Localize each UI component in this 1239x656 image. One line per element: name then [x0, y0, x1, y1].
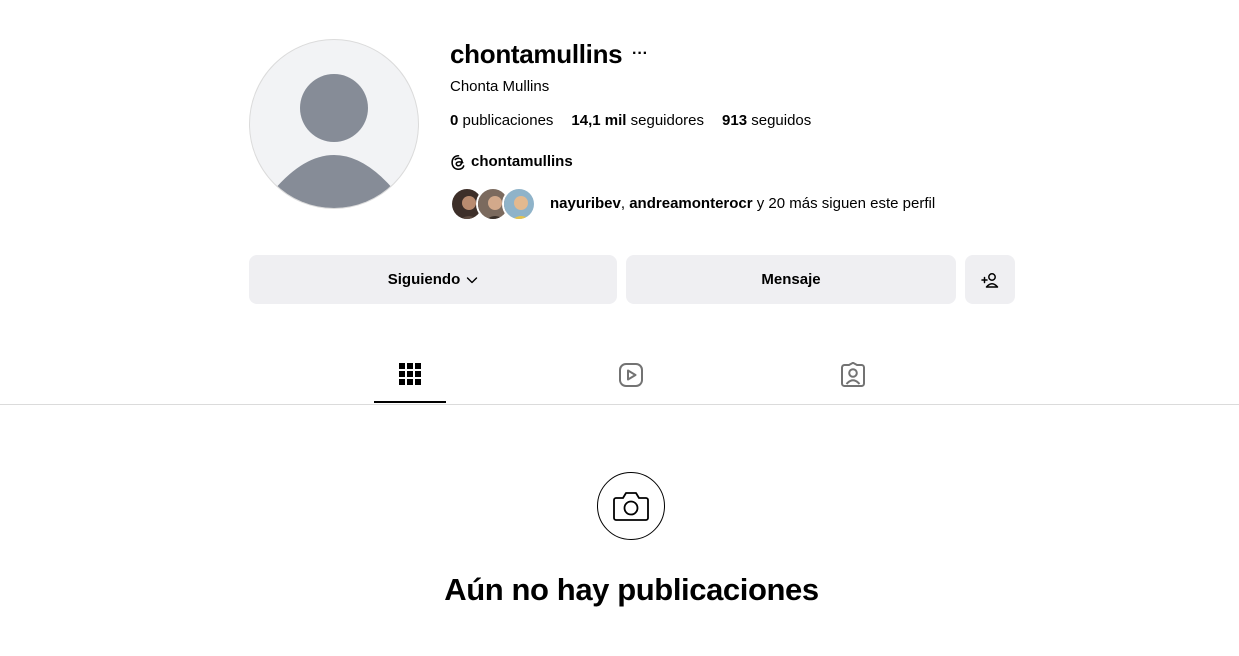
- posts-label: publicaciones: [462, 112, 554, 129]
- grid-icon: [399, 363, 421, 385]
- suggest-users-button[interactable]: [965, 255, 1015, 304]
- followed-by-suffix: y 20 más siguen este perfil: [752, 195, 936, 212]
- profile-avatar[interactable]: [249, 39, 419, 209]
- following-button[interactable]: Siguiendo: [249, 255, 617, 304]
- followers-label: seguidores: [630, 112, 705, 129]
- following-count: 913: [722, 112, 748, 129]
- message-button[interactable]: Mensaje: [626, 255, 956, 304]
- default-avatar-icon: [274, 74, 394, 208]
- tagged-icon: [841, 362, 865, 387]
- separator: ,: [620, 195, 630, 212]
- followed-by-text: nayuribev, andreamonterocr y 20 más sigu…: [550, 194, 935, 214]
- chevron-down-icon: [467, 276, 478, 283]
- threads-handle: chontamullins: [471, 153, 573, 170]
- threads-icon: [451, 154, 465, 170]
- message-button-label: Mensaje: [761, 271, 821, 288]
- full-name: Chonta Mullins: [450, 78, 550, 95]
- follower-avatar: [502, 187, 536, 221]
- tabs-divider: [0, 404, 1239, 405]
- tab-reels[interactable]: [595, 362, 667, 402]
- following-button-label: Siguiendo: [387, 271, 461, 288]
- followed-by[interactable]: nayuribev, andreamonterocr y 20 más sigu…: [450, 187, 935, 221]
- posts-count: 0: [450, 112, 459, 129]
- following-label: seguidos: [751, 112, 812, 129]
- username: chontamullins: [450, 39, 623, 69]
- profile-stats: 0 publicaciones 14,1 mil seguidores 913 …: [450, 111, 811, 131]
- camera-icon: [613, 492, 649, 521]
- threads-link[interactable]: chontamullins: [450, 152, 573, 172]
- followers-stat[interactable]: 14,1 mil seguidores: [571, 111, 704, 131]
- follower-username[interactable]: nayuribev: [550, 195, 621, 212]
- followers-count: 14,1 mil: [571, 112, 627, 129]
- tab-tagged[interactable]: [817, 362, 889, 402]
- following-stat[interactable]: 913 seguidos: [722, 111, 811, 131]
- empty-state-camera: [597, 472, 665, 540]
- add-user-icon: [981, 272, 999, 288]
- reels-icon: [619, 363, 643, 387]
- posts-stat: 0 publicaciones: [450, 111, 553, 131]
- empty-state-title: Aún no hay publicaciones: [444, 572, 819, 607]
- tab-posts[interactable]: [374, 362, 446, 402]
- active-tab-indicator: [374, 401, 446, 403]
- more-options-button[interactable]: ···: [628, 44, 652, 64]
- follower-username[interactable]: andreamonterocr: [629, 195, 752, 212]
